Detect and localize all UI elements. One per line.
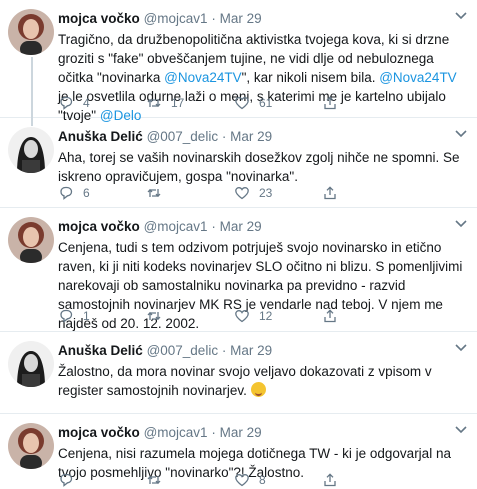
author-name[interactable]: mojca vočko bbox=[58, 425, 140, 440]
tweet-header: mojca vočko @mojcav1 · Mar 29 bbox=[58, 218, 465, 236]
mention-link[interactable]: @Nova24TV bbox=[379, 70, 457, 85]
avatar[interactable] bbox=[8, 9, 54, 55]
separator-dot: · bbox=[211, 425, 216, 440]
tweet-actions: 1 12 bbox=[58, 308, 477, 324]
share-button[interactable] bbox=[322, 185, 410, 201]
separator-dot: · bbox=[211, 11, 216, 26]
reply-count: 1 bbox=[83, 309, 90, 323]
tweet-actions: 6 23 bbox=[58, 185, 477, 201]
author-name[interactable]: mojca vočko bbox=[58, 11, 140, 26]
tweet-date[interactable]: Mar 29 bbox=[220, 425, 262, 440]
tweet[interactable]: Anuška Delić @007_delic · Mar 29 Žalostn… bbox=[0, 332, 477, 414]
like-button[interactable]: 8 bbox=[234, 472, 322, 488]
like-button[interactable]: 61 bbox=[234, 95, 322, 111]
heart-icon bbox=[235, 310, 249, 323]
reply-icon bbox=[60, 96, 73, 110]
tweet[interactable]: mojca vočko @mojcav1 · Mar 29 Cenjena, t… bbox=[0, 208, 477, 332]
tweet[interactable]: Anuška Delić @007_delic · Mar 29 Aha, to… bbox=[0, 118, 477, 208]
text-segment: Žalostno, da mora novinar svojo veljavo … bbox=[58, 364, 432, 398]
reply-icon bbox=[60, 186, 73, 200]
share-icon bbox=[324, 309, 336, 323]
tweet-header: Anuška Delić @007_delic · Mar 29 bbox=[58, 342, 465, 360]
chevron-down-icon[interactable] bbox=[455, 344, 467, 352]
chevron-down-icon[interactable] bbox=[455, 426, 467, 434]
retweet-button[interactable]: 17 bbox=[146, 95, 234, 111]
retweet-icon bbox=[147, 475, 161, 485]
tweet-actions: 8 bbox=[58, 472, 477, 488]
conversation-thread: mojca vočko @mojcav1 · Mar 29 Tragično, … bbox=[0, 0, 477, 489]
author-name[interactable]: Anuška Delić bbox=[58, 129, 143, 144]
like-count: 8 bbox=[259, 473, 266, 487]
retweet-button[interactable] bbox=[146, 308, 234, 324]
reply-icon bbox=[60, 309, 73, 323]
author-name[interactable]: mojca vočko bbox=[58, 219, 140, 234]
tweet-date[interactable]: Mar 29 bbox=[230, 129, 272, 144]
author-handle[interactable]: @007_delic bbox=[147, 343, 219, 358]
avatar-image bbox=[8, 341, 54, 387]
tweet-actions: 4 17 61 bbox=[58, 95, 477, 111]
mention-link[interactable]: @Nova24TV bbox=[164, 70, 242, 85]
avatar-image bbox=[8, 9, 54, 55]
tweet-date[interactable]: Mar 29 bbox=[230, 343, 272, 358]
tweet-date[interactable]: Mar 29 bbox=[220, 11, 262, 26]
heart-icon bbox=[235, 474, 249, 487]
like-button[interactable]: 12 bbox=[234, 308, 322, 324]
retweet-icon bbox=[147, 98, 161, 108]
chevron-down-icon[interactable] bbox=[455, 130, 467, 138]
retweet-button[interactable] bbox=[146, 472, 234, 488]
retweet-icon bbox=[147, 188, 161, 198]
share-icon bbox=[324, 186, 336, 200]
thread-line bbox=[31, 118, 33, 126]
tweet-date[interactable]: Mar 29 bbox=[220, 219, 262, 234]
like-count: 61 bbox=[259, 96, 273, 110]
author-name[interactable]: Anuška Delić bbox=[58, 343, 143, 358]
author-handle[interactable]: @mojcav1 bbox=[144, 11, 208, 26]
retweet-icon bbox=[147, 311, 161, 321]
reply-button[interactable]: 4 bbox=[58, 95, 146, 111]
reply-button[interactable] bbox=[58, 472, 146, 488]
retweet-count: 17 bbox=[171, 96, 185, 110]
avatar-image bbox=[8, 127, 54, 173]
reply-button[interactable]: 6 bbox=[58, 185, 146, 201]
avatar-image bbox=[8, 423, 54, 469]
avatar-image bbox=[8, 217, 54, 263]
avatar[interactable] bbox=[8, 127, 54, 173]
thread-line bbox=[31, 57, 33, 118]
chevron-down-icon[interactable] bbox=[455, 220, 467, 228]
share-button[interactable] bbox=[322, 95, 410, 111]
reply-count: 4 bbox=[83, 96, 90, 110]
reply-icon bbox=[60, 473, 73, 487]
text-segment: ", kar nikoli nisem bila. bbox=[241, 70, 380, 85]
share-icon bbox=[324, 473, 336, 487]
tweet-text: Žalostno, da mora novinar svojo veljavo … bbox=[58, 362, 465, 400]
author-handle[interactable]: @mojcav1 bbox=[144, 425, 208, 440]
tweet-header: mojca vočko @mojcav1 · Mar 29 bbox=[58, 424, 465, 442]
author-handle[interactable]: @mojcav1 bbox=[144, 219, 208, 234]
share-icon bbox=[324, 96, 336, 110]
heart-icon bbox=[235, 187, 249, 200]
retweet-button[interactable] bbox=[146, 185, 234, 201]
separator-dot: · bbox=[221, 343, 227, 358]
chevron-down-icon[interactable] bbox=[455, 12, 467, 20]
reply-count: 6 bbox=[83, 186, 90, 200]
reply-button[interactable]: 1 bbox=[58, 308, 146, 324]
tweet-header: mojca vočko @mojcav1 · Mar 29 bbox=[58, 10, 465, 28]
like-count: 23 bbox=[259, 186, 273, 200]
hugging-face-emoji bbox=[250, 382, 266, 397]
tweet-header: Anuška Delić @007_delic · Mar 29 bbox=[58, 128, 465, 146]
tweet[interactable]: mojca vočko @mojcav1 · Mar 29 Cenjena, n… bbox=[0, 414, 477, 489]
heart-icon bbox=[235, 97, 249, 110]
separator-dot: · bbox=[211, 219, 216, 234]
share-button[interactable] bbox=[322, 308, 410, 324]
tweet-text: Aha, torej se vaših novinarskih dosežkov… bbox=[58, 150, 460, 184]
like-count: 12 bbox=[259, 309, 273, 323]
tweet[interactable]: mojca vočko @mojcav1 · Mar 29 Tragično, … bbox=[0, 0, 477, 123]
separator-dot: · bbox=[221, 129, 227, 144]
avatar[interactable] bbox=[8, 341, 54, 387]
avatar[interactable] bbox=[8, 217, 54, 263]
avatar[interactable] bbox=[8, 423, 54, 469]
author-handle[interactable]: @007_delic bbox=[147, 129, 219, 144]
like-button[interactable]: 23 bbox=[234, 185, 322, 201]
share-button[interactable] bbox=[322, 472, 410, 488]
